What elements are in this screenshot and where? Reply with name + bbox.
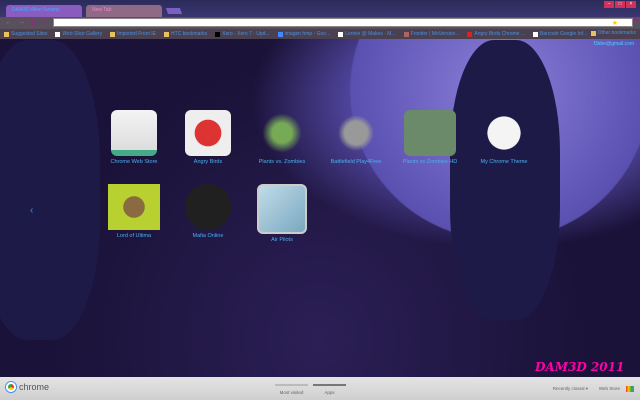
app-angry-birds[interactable]: Angry Birds: [178, 110, 238, 165]
app-icon: [185, 110, 231, 156]
omnibox[interactable]: ★: [53, 18, 633, 27]
bookmark[interactable]: imagen hmp - Goo...: [277, 30, 330, 38]
chrome-logo: chrome: [6, 382, 49, 392]
app-chrome-web-store[interactable]: Chrome Web Store: [104, 110, 164, 165]
other-bookmarks[interactable]: Other bookmarks: [590, 30, 636, 36]
menu-icon[interactable]: ≡: [634, 17, 638, 24]
app-pvz-hd[interactable]: Plants vs Zombies HD: [400, 110, 460, 165]
bookmarks-bar: Suggested Sites Web Slice Gallery Import…: [0, 29, 640, 39]
tab-apps[interactable]: Apps: [313, 382, 346, 396]
minimize-button[interactable]: –: [604, 1, 614, 8]
app-air-pilots[interactable]: Air Pilots: [252, 184, 312, 243]
maximize-button[interactable]: □: [615, 1, 625, 8]
recently-closed-menu[interactable]: Recently closed ▾: [553, 386, 588, 392]
tab-new-tab[interactable]: New Tab: [86, 5, 162, 17]
toolbar: ← → ↻ ⌂ ★ ≡: [0, 17, 640, 29]
bookmark[interactable]: Barcode Google Inf...: [533, 30, 587, 38]
star-icon[interactable]: ★: [612, 19, 618, 27]
bookmark[interactable]: HTC bookmarks: [163, 30, 207, 38]
app-battlefield[interactable]: Battlefield Play4Free: [326, 110, 386, 165]
web-store-icon[interactable]: [626, 386, 634, 392]
app-mafia-online[interactable]: Mafia Online: [178, 184, 238, 239]
reload-icon[interactable]: ↻: [30, 19, 36, 27]
tab-label: New Tab: [92, 7, 112, 13]
app-my-chrome-theme[interactable]: My Chrome Theme: [474, 110, 534, 165]
app-icon: [481, 110, 527, 156]
bookmark[interactable]: Angry Birds Chrome ...: [467, 30, 525, 38]
bookmark[interactable]: Imported From IE: [110, 30, 156, 38]
prev-page-arrow[interactable]: ‹: [30, 205, 33, 216]
web-store-link[interactable]: Web Store: [599, 386, 620, 391]
app-icon: [111, 110, 157, 156]
app-icon: [333, 110, 379, 156]
back-icon[interactable]: ←: [5, 19, 12, 26]
app-icon: [185, 184, 231, 230]
app-plants-vs-zombies[interactable]: Plants vs. Zombies: [252, 110, 312, 165]
bookmark[interactable]: Suggested Sites: [4, 30, 47, 38]
app-icon: [259, 110, 305, 156]
app-icon: [108, 184, 160, 230]
forward-icon[interactable]: →: [18, 19, 25, 26]
home-icon[interactable]: ⌂: [42, 19, 46, 26]
bookmark[interactable]: Frontier | MsVersion...: [403, 30, 459, 38]
app-lord-of-ultima[interactable]: Lord of Ultima: [104, 184, 164, 239]
chrome-icon: [6, 382, 16, 392]
title-bar: DAM3D Alien Swamp New Tab – □ ×: [0, 0, 640, 17]
new-tab-button[interactable]: [165, 8, 183, 14]
theme-signature: DAM3D 2011: [535, 360, 625, 374]
ntp-footer: chrome Most visited Apps Recently closed…: [0, 377, 640, 400]
bookmark[interactable]: Lennie @ Makes - M...: [338, 30, 396, 38]
rock-left: [0, 40, 100, 340]
close-button[interactable]: ×: [626, 1, 636, 8]
rock-right: [450, 40, 560, 320]
bookmark[interactable]: Xero - Xero 7 - Upd...: [215, 30, 270, 38]
app-icon: [404, 110, 456, 156]
tab-most-visited[interactable]: Most visited: [275, 382, 308, 396]
tab-dam3d[interactable]: DAM3D Alien Swamp: [6, 5, 82, 17]
tab-label: DAM3D Alien Swamp: [12, 7, 60, 13]
bookmark[interactable]: Web Slice Gallery: [55, 30, 102, 38]
app-icon: [257, 184, 307, 234]
account-email[interactable]: f3ider@gmail.com: [594, 41, 634, 47]
